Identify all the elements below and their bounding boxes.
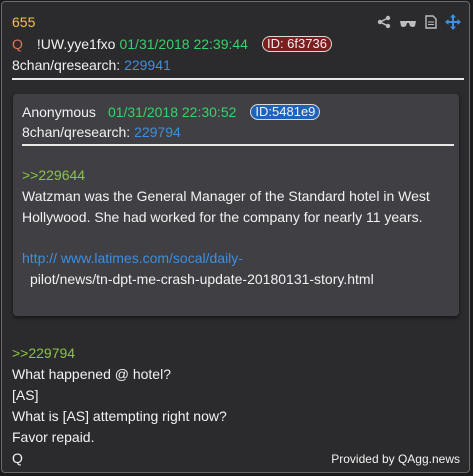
- post-board-line: 8chan/qresearch: 229941: [12, 57, 171, 73]
- post-datetime: 01/31/2018 22:39:44: [119, 36, 248, 52]
- provided-by-footer: Provided by QAgg.news: [331, 452, 460, 466]
- post-line: What is [AS] attempting right now?: [12, 408, 227, 424]
- quoted-body: >>229644 Watzman was the General Manager…: [22, 165, 452, 228]
- quoted-board-line: 8chan/qresearch: 229794: [22, 124, 181, 140]
- post-line: Favor repaid.: [12, 429, 95, 445]
- post-board: 8chan/qresearch:: [12, 57, 121, 73]
- glasses-icon[interactable]: [399, 16, 417, 32]
- quoted-url-line2[interactable]: pilot/news/tn-dpt-me-crash-update-201801…: [22, 269, 452, 290]
- post-body: >>229794 What happened @ hotel? [AS] Wha…: [12, 343, 227, 469]
- quoted-author: Anonymous: [22, 104, 96, 120]
- header-divider: [12, 78, 464, 80]
- post-reply-ref[interactable]: >>229794: [12, 343, 227, 364]
- post-author: Q: [12, 36, 23, 52]
- post-link[interactable]: 229941: [124, 57, 171, 73]
- quoted-id-badge[interactable]: ID:5481e9: [250, 104, 321, 120]
- post-tripcode: !UW.yye1fxo: [36, 36, 116, 52]
- quoted-post: Anonymous 01/31/2018 22:30:52 ID:5481e9 …: [13, 94, 459, 316]
- post-header: Q !UW.yye1fxo 01/31/2018 22:39:44 ID: 6f…: [12, 36, 332, 52]
- post-line: [AS]: [12, 387, 39, 403]
- quoted-url[interactable]: http:// www.latimes.com/socal/daily- pil…: [22, 248, 452, 290]
- quoted-board: 8chan/qresearch:: [22, 124, 131, 140]
- post-line: What happened @ hotel?: [12, 366, 171, 382]
- share-icon[interactable]: [377, 15, 391, 32]
- quoted-header: Anonymous 01/31/2018 22:30:52 ID:5481e9: [22, 104, 321, 120]
- document-icon[interactable]: [425, 15, 437, 32]
- quoted-link[interactable]: 229794: [134, 124, 181, 140]
- post-id-badge[interactable]: ID: 6f3736: [261, 36, 332, 52]
- quoted-text: Watzman was the General Manager of the S…: [22, 188, 430, 225]
- quoted-url-line1[interactable]: http:// www.latimes.com/socal/daily-: [22, 248, 452, 269]
- quoted-datetime: 01/31/2018 22:30:52: [107, 104, 237, 120]
- quoted-reply-ref[interactable]: >>229644: [22, 165, 452, 186]
- post-number: 655: [12, 14, 36, 30]
- post-signature: Q: [12, 450, 23, 466]
- post-toolbar: [377, 14, 461, 33]
- move-icon[interactable]: [445, 14, 461, 33]
- quoted-divider: [22, 144, 454, 146]
- post-card: 655 Q !UW.yye1fxo 01/31/2018 22:39:44 ID…: [1, 1, 470, 473]
